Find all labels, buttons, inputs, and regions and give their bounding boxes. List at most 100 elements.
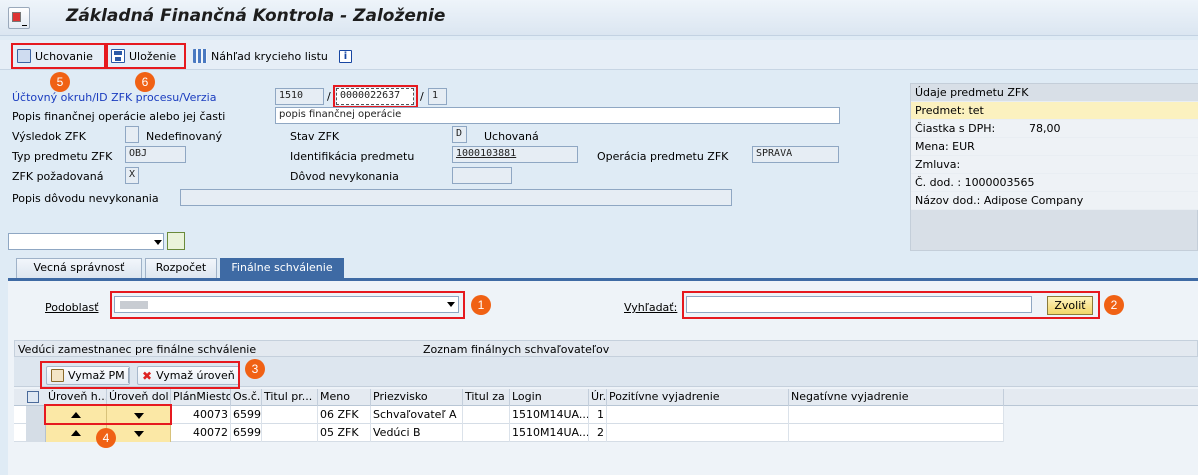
cell-negativne[interactable]: [789, 406, 1004, 424]
row-selector[interactable]: [26, 406, 46, 424]
cell-titul-za: [463, 406, 510, 424]
cell-planmiesto: 40072: [171, 424, 231, 442]
callout-badge-2: 2: [1104, 295, 1124, 315]
ciastka-label: Čiastka s DPH:: [915, 122, 996, 135]
cell-login: 1510M14UA...: [510, 424, 589, 442]
tab-vecna-spravnost[interactable]: Vecná správnosť: [16, 258, 142, 278]
podoblast-label: Podoblasť: [45, 301, 99, 314]
chevron-down-icon: [154, 240, 162, 245]
sep-2: /: [420, 90, 424, 103]
operacia-label: Operácia predmetu ZFK: [597, 150, 729, 163]
ident-field[interactable]: 1000103881: [452, 146, 578, 163]
highlight-id: [333, 85, 418, 108]
popis-dovodu-field[interactable]: [180, 189, 732, 206]
highlight-uroven-arrows: [44, 404, 172, 425]
col-ur[interactable]: Úr.: [589, 389, 607, 406]
vysledok-value: Nedefinovaný: [146, 130, 223, 143]
panel-nazov: Názov dod.: Adipose Company: [911, 192, 1198, 210]
section-right-title: Zoznam finálnych schvaľovateľov: [423, 343, 610, 356]
pozadovana-label: ZFK požadovaná: [12, 170, 104, 183]
operacia-field: SPRAVA: [752, 146, 839, 163]
col-titul-pr[interactable]: Titul pr...: [262, 389, 318, 406]
info-button[interactable]: i: [336, 45, 355, 67]
vyhladat-label: Vyhľadať:: [624, 301, 678, 314]
cell-osc: 65998: [231, 424, 262, 442]
vysledok-label: Výsledok ZFK: [12, 130, 86, 143]
page-title: Základná Finančná Kontrola - Založenie: [66, 6, 446, 26]
highlight-grid-buttons: [40, 361, 240, 389]
arrow-up-icon[interactable]: [71, 430, 81, 436]
row-selector[interactable]: [26, 424, 46, 442]
panel-ciastka: Čiastka s DPH: 78,00: [911, 120, 1198, 138]
cell-ur: 1: [589, 406, 607, 424]
col-osc[interactable]: Os.č.: [231, 389, 262, 406]
typ-label: Typ predmetu ZFK: [12, 150, 113, 163]
preview-list-icon: [193, 49, 207, 63]
cell-titul-pr: [262, 406, 318, 424]
highlight-ulozenie: [106, 43, 186, 69]
col-titul-za[interactable]: Titul za: [463, 389, 510, 406]
cell-login: 1510M14UA...: [510, 406, 589, 424]
arrow-down-icon[interactable]: [134, 431, 144, 437]
cell-titul-za: [463, 424, 510, 442]
okruh-field: 1510: [275, 88, 324, 105]
col-negativne[interactable]: Negatívne vyjadrenie: [789, 389, 1004, 406]
layout-select[interactable]: [8, 233, 164, 250]
tab-finalne-schvalenie[interactable]: Finálne schválenie: [220, 258, 344, 278]
dovod-label: Dôvod nevykonania: [290, 170, 399, 183]
verzia-field: 1: [428, 88, 447, 105]
cell-meno: 05 ZFK: [318, 424, 371, 442]
predmet-info-panel: Údaje predmetu ZFK Predmet: tet Čiastka …: [910, 83, 1198, 251]
cell-negativne[interactable]: [789, 424, 1004, 442]
tab-rozpocet[interactable]: Rozpočet: [145, 258, 217, 278]
section-left-title: Vedúci zamestnanec pre finálne schváleni…: [18, 343, 257, 356]
cell-planmiesto: 40073: [171, 406, 231, 424]
cell-meno: 06 ZFK: [318, 406, 371, 424]
highlight-podoblast: [110, 291, 465, 319]
col-meno[interactable]: Meno: [318, 389, 371, 406]
cell-pozitivne[interactable]: [607, 424, 789, 442]
column-settings-icon[interactable]: [27, 391, 39, 403]
panel-zmluva: Zmluva:: [911, 156, 1198, 174]
cell-osc: 65999: [231, 406, 262, 424]
ident-label: Identifikácia predmetu: [290, 150, 415, 163]
vysledok-status-box: [125, 126, 139, 143]
col-login[interactable]: Login: [510, 389, 589, 406]
callout-badge-5: 5: [50, 72, 70, 92]
stav-code-field: D: [452, 126, 467, 143]
ucetny-okruh-label[interactable]: Účtovný okruh/ID ZFK procesu/Verzia: [12, 91, 216, 104]
cell-priezvisko: Vedúci B: [371, 424, 463, 442]
cell-pozitivne[interactable]: [607, 406, 789, 424]
typ-field: OBJ: [125, 146, 186, 163]
sep-1: /: [327, 90, 331, 103]
pozadovana-field: X: [125, 167, 139, 184]
panel-mena: Mena: EUR: [911, 138, 1198, 156]
popis-dovodu-label: Popis dôvodu nevykonania: [12, 192, 159, 205]
highlight-vyhladat: [682, 291, 1100, 319]
stav-label: Stav ZFK: [290, 130, 340, 143]
col-planmiesto[interactable]: PlánMiesto: [171, 389, 231, 406]
stav-value: Uchovaná: [484, 130, 539, 143]
dovod-field[interactable]: [452, 167, 512, 184]
col-priezvisko[interactable]: Priezvisko: [371, 389, 463, 406]
panel-predmet: Predmet: tet: [911, 102, 1198, 120]
col-pozitivne[interactable]: Pozitívne vyjadrenie: [607, 389, 789, 406]
callout-badge-6: 6: [135, 72, 155, 92]
layout-add-icon[interactable]: [167, 232, 185, 250]
popis-field[interactable]: popis finančnej operácie: [275, 107, 840, 124]
popis-label: Popis finančnej operácie alebo jej časti: [12, 110, 226, 123]
panel-dod: Č. dod. : 1000003565: [911, 174, 1198, 192]
nahlad-button[interactable]: Náhľad krycieho listu: [190, 45, 331, 67]
callout-badge-3: 3: [245, 359, 265, 379]
info-icon: i: [339, 49, 352, 63]
callout-badge-1: 1: [471, 295, 491, 315]
cell-titul-pr: [262, 424, 318, 442]
app-menu-icon[interactable]: [8, 7, 30, 29]
cell-ur: 2: [589, 424, 607, 442]
ciastka-value: 78,00: [1029, 122, 1061, 135]
cell-priezvisko: Schvaľovateľ A: [371, 406, 463, 424]
highlight-uchovanie: [11, 43, 106, 69]
panel-title: Údaje predmetu ZFK: [911, 84, 1198, 102]
nahlad-label: Náhľad krycieho listu: [211, 49, 328, 63]
callout-badge-4: 4: [96, 428, 116, 448]
